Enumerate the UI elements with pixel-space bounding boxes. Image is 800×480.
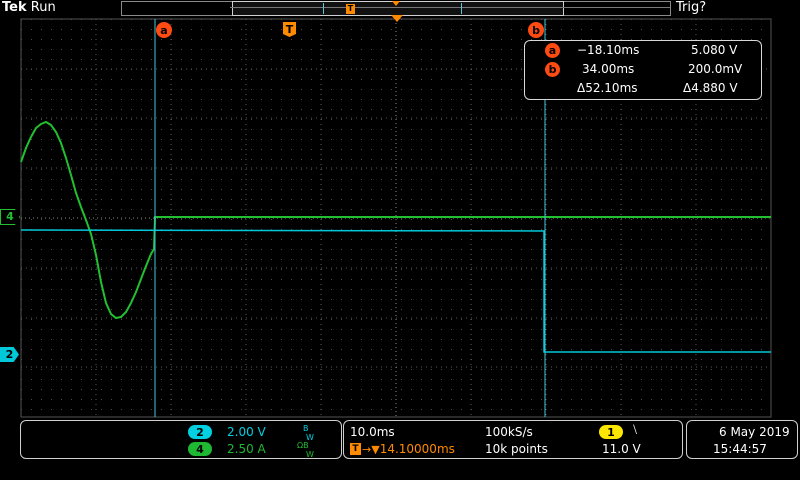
readout-a-marker: a <box>545 43 560 58</box>
channel2-marker-label: 2 <box>5 348 14 361</box>
record-length: 10k points <box>485 442 548 456</box>
cursor-a-marker[interactable]: a <box>156 22 172 38</box>
sample-rate: 100kS/s <box>485 425 533 439</box>
trigger-position-value: 14.10000ms <box>379 442 455 456</box>
trigger-position-readout[interactable]: T →▼ 14.10000ms <box>350 442 455 456</box>
cursor-b-marker[interactable]: b <box>528 22 544 38</box>
cursor-a-value: 5.080 V <box>691 43 738 57</box>
channel4-badge[interactable]: 4 <box>188 442 212 456</box>
channel4-bandwidth-flag: ΩB W <box>297 441 314 459</box>
trigger-arrow-icon: →▼ <box>362 442 380 456</box>
cursor-b-time: 34.00ms <box>582 62 635 76</box>
cursor-delta-time: Δ52.10ms <box>577 81 638 95</box>
cursor-delta-value: Δ4.880 V <box>683 81 738 95</box>
trigger-level[interactable]: 11.0 V <box>602 442 641 456</box>
cursor-b-value: 200.0mV <box>688 62 743 76</box>
trigger-slope-icon[interactable]: ⧵ <box>633 423 637 438</box>
cursor-readout-box[interactable]: a −18.10ms 5.080 V b 34.00ms 200.0mV Δ52… <box>524 40 762 100</box>
trigger-source-badge[interactable]: 1 <box>599 425 623 439</box>
trigger-position-marker[interactable]: T <box>283 22 296 37</box>
datetime-panel[interactable]: 6 May 2019 15:44:57 <box>686 420 798 459</box>
timebase-trigger-panel[interactable]: 10.0ms 100kS/s T →▼ 14.10000ms 10k point… <box>343 420 683 459</box>
cursor-a-time: −18.10ms <box>577 43 640 57</box>
channel-settings-panel[interactable]: 2 2.00 V B W 4 2.50 A ΩB W <box>20 420 342 459</box>
readout-b-marker: b <box>545 62 560 77</box>
trigger-position-icon: T <box>350 443 361 455</box>
horizontal-position-icon[interactable] <box>391 15 403 22</box>
channel4-marker-label: 4 <box>6 210 14 223</box>
channel2-badge[interactable]: 2 <box>188 425 212 439</box>
time-display: 15:44:57 <box>713 442 767 456</box>
channel4-flag-sub: W <box>306 450 314 459</box>
date-display: 6 May 2019 <box>719 425 790 439</box>
channel2-scale[interactable]: 2.00 V <box>227 425 266 439</box>
channel4-scale[interactable]: 2.50 A <box>227 442 266 456</box>
channel2-flag-text: B <box>303 424 309 433</box>
channel2-bandwidth-flag: B W <box>303 424 314 442</box>
timebase-scale[interactable]: 10.0ms <box>350 425 395 439</box>
channel4-flag-text: ΩB <box>297 441 309 450</box>
